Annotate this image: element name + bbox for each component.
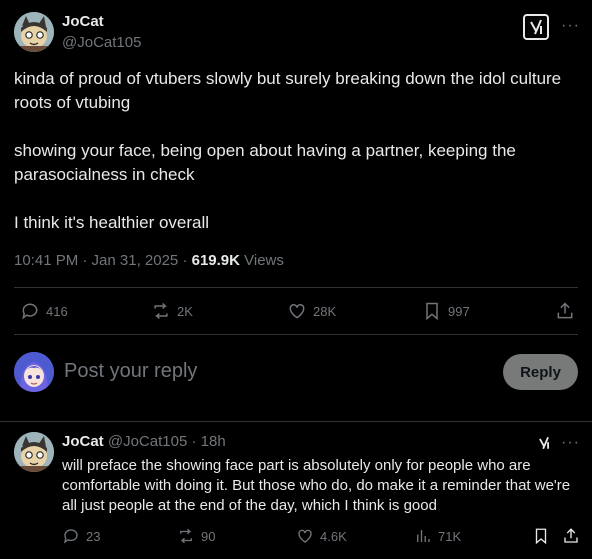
- divider: [14, 334, 578, 335]
- reply-author-name[interactable]: JoCat: [62, 433, 104, 450]
- repost-action[interactable]: 2K: [151, 301, 193, 321]
- like-action[interactable]: 28K: [287, 301, 336, 321]
- divider: [14, 287, 578, 288]
- reply-action[interactable]: 416: [20, 301, 68, 321]
- author-avatar[interactable]: [14, 12, 54, 52]
- heart-icon: [298, 529, 312, 543]
- bookmark-action[interactable]: 997: [422, 301, 470, 321]
- share-action[interactable]: [555, 301, 575, 321]
- tweet-text: kinda of proud of vtubers slowly but sur…: [14, 69, 562, 232]
- reply-views-count: 71K: [438, 528, 462, 544]
- reply-header: JoCat @JoCat105 · 18h: [62, 433, 226, 450]
- reply-text: will preface the showing face part is ab…: [62, 457, 571, 514]
- user-avatar[interactable]: [14, 352, 54, 392]
- share-icon: [564, 528, 578, 543]
- reply-count: 416: [46, 303, 68, 319]
- share-icon: [557, 302, 573, 319]
- reply-like-action[interactable]: 4.6K: [296, 527, 347, 545]
- more-options-icon[interactable]: ···: [561, 17, 580, 35]
- reply-bookmark-action[interactable]: [532, 527, 550, 545]
- reply-views-action[interactable]: 71K: [414, 527, 461, 545]
- divider: [0, 421, 592, 422]
- repost-icon: [154, 302, 168, 320]
- reply-button[interactable]: Reply: [503, 354, 578, 390]
- reply-reply-action[interactable]: 23: [62, 527, 100, 545]
- reply-input[interactable]: Post your reply: [64, 360, 197, 383]
- tweet-meta: 10:41 PM · Jan 31, 2025 · 619.9K Views: [14, 252, 284, 269]
- reply-repost-count: 90: [201, 528, 216, 544]
- reply-share-action[interactable]: [562, 527, 580, 545]
- tweet-time[interactable]: 10:41 PM · Jan 31, 2025 ·: [14, 252, 192, 269]
- reply-like-count: 4.6K: [320, 528, 347, 544]
- like-count: 28K: [313, 303, 337, 319]
- repost-count: 2K: [177, 303, 193, 319]
- views-label: Views: [239, 252, 284, 269]
- views-count: 619.9K: [191, 252, 240, 269]
- reply-grok-icon[interactable]: [535, 434, 553, 452]
- reply-reply-count: 23: [86, 528, 101, 544]
- author-name[interactable]: JoCat: [62, 13, 104, 30]
- reply-repost-action[interactable]: 90: [177, 527, 215, 545]
- bookmark-icon: [426, 302, 438, 321]
- reply-icon: [63, 529, 78, 544]
- grok-icon[interactable]: [523, 14, 549, 40]
- reply-more-options-icon[interactable]: ···: [561, 434, 580, 452]
- reply-icon: [22, 303, 38, 320]
- heart-icon: [289, 303, 305, 319]
- bookmark-count: 997: [448, 303, 470, 319]
- reply-author-avatar[interactable]: [14, 432, 54, 472]
- repost-icon: [180, 528, 192, 544]
- views-icon: [417, 530, 430, 542]
- reply-author-handle[interactable]: @JoCat105: [108, 433, 187, 450]
- reply-time[interactable]: · 18h: [191, 433, 225, 450]
- author-handle[interactable]: @JoCat105: [62, 34, 141, 51]
- bookmark-icon: [535, 528, 547, 545]
